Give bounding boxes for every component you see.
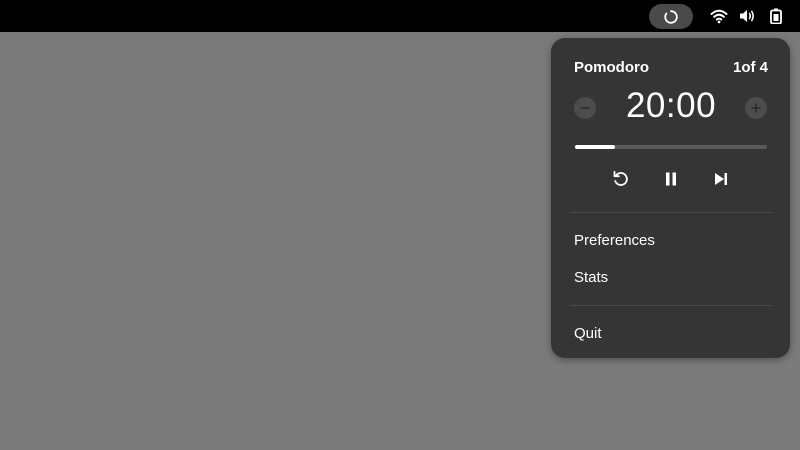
menu-divider (570, 212, 772, 213)
increase-time-button[interactable] (745, 97, 767, 119)
skip-button[interactable] (709, 167, 733, 191)
pomodoro-popup-menu: Pomodoro 1of 4 20:00 Preferences Stats Q… (551, 38, 790, 358)
preferences-menu-item[interactable]: Preferences (574, 232, 655, 249)
pause-icon (666, 172, 676, 186)
decrease-time-button[interactable] (574, 97, 596, 119)
volume-icon (740, 10, 754, 22)
skip-icon (715, 173, 727, 185)
pause-button[interactable] (659, 167, 683, 191)
quit-menu-item[interactable]: Quit (574, 325, 602, 342)
battery-icon (770, 8, 782, 24)
top-bar (0, 0, 800, 32)
timer-indicator-icon (664, 9, 678, 24)
popup-title: Pomodoro (574, 59, 649, 76)
wifi-icon (710, 9, 728, 24)
menu-divider (570, 305, 772, 306)
restart-icon (613, 170, 628, 186)
minus-icon (580, 107, 590, 109)
volume-indicator[interactable] (737, 0, 759, 32)
wifi-indicator[interactable] (708, 0, 730, 32)
timer-progress-bar (575, 145, 767, 149)
battery-indicator[interactable] (766, 0, 786, 32)
timer-progress-fill (575, 145, 616, 149)
restart-button[interactable] (609, 167, 633, 191)
stats-menu-item[interactable]: Stats (574, 269, 608, 286)
pomodoro-indicator-button[interactable] (649, 4, 693, 29)
timer-display: 20:00 (625, 86, 717, 125)
session-count: 1of 4 (732, 59, 768, 76)
plus-icon (751, 103, 761, 113)
